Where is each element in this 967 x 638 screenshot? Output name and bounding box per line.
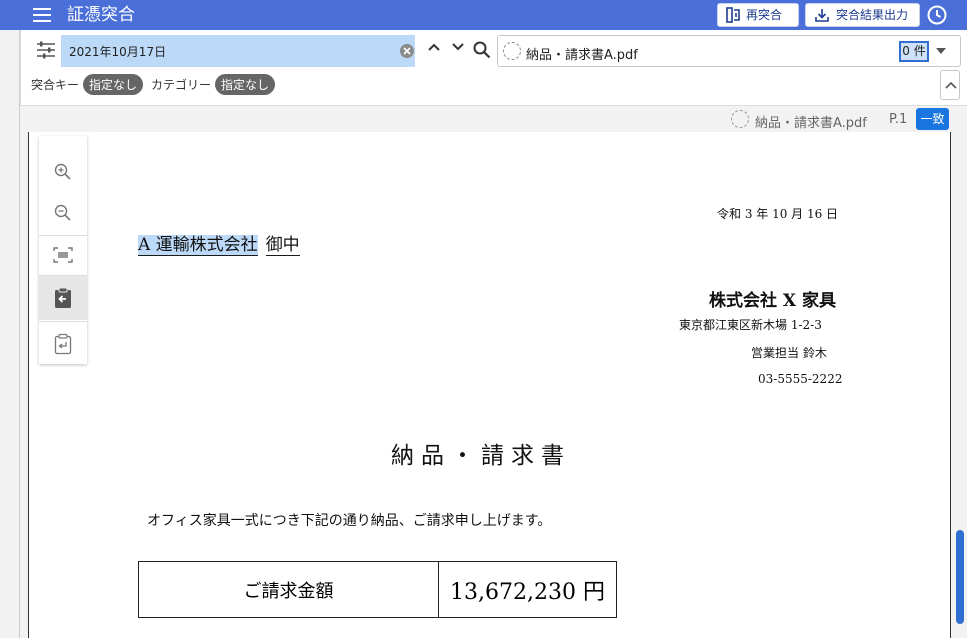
compare-icon xyxy=(726,7,740,23)
next-document-button[interactable] xyxy=(39,322,87,366)
recheck-label: 再突合 xyxy=(746,8,783,22)
chevron-down-icon[interactable] xyxy=(451,42,465,52)
match-key-chip[interactable]: 指定なし xyxy=(83,73,144,95)
zoom-out-icon xyxy=(54,204,71,221)
export-results-button[interactable]: 突合結果出力 xyxy=(805,3,920,27)
loading-spinner-icon xyxy=(731,110,749,128)
document-status-bar: 納品・請求書A.pdf P.1 一致 xyxy=(20,105,967,132)
left-gutter xyxy=(0,30,20,638)
chevron-up-icon[interactable] xyxy=(427,42,441,52)
clipboard-return-icon xyxy=(54,333,72,355)
search-icon[interactable] xyxy=(472,40,492,60)
match-status-badge: 一致 xyxy=(916,108,949,130)
collapse-button[interactable] xyxy=(940,70,960,100)
previous-document-button[interactable] xyxy=(39,276,87,320)
category-label: カテゴリー xyxy=(151,77,212,92)
amount-table: ご請求金額 13,672,230 円 xyxy=(138,561,617,618)
category-chip[interactable]: 指定なし xyxy=(215,73,276,95)
clear-icon[interactable] xyxy=(399,43,415,59)
status-file-name: 納品・請求書A.pdf xyxy=(755,116,867,131)
search-panel: 2021年10月17日 納品・請求書A.pdf 0 件 突合キー 指定なし カテ… xyxy=(20,30,967,105)
selected-file-name: 納品・請求書A.pdf xyxy=(526,48,638,63)
issuer-contact: 営業担当 鈴木 xyxy=(751,346,827,360)
addressee: A 運輸株式会社 御中 xyxy=(138,230,300,256)
zoom-in-icon xyxy=(54,163,71,180)
file-selector[interactable]: 納品・請求書A.pdf 0 件 xyxy=(497,35,961,67)
filter-settings-icon[interactable] xyxy=(35,40,57,60)
document-intro: オフィス家具一式につき下記の通り納品、ご請求申し上げます。 xyxy=(147,513,552,529)
viewer-toolbar xyxy=(39,136,87,364)
amount-label: ご請求金額 xyxy=(139,562,439,617)
search-input[interactable]: 2021年10月17日 xyxy=(61,35,415,67)
app-title: 証憑突合 xyxy=(67,5,135,25)
document-viewer[interactable]: 令和 3 年 10 月 16 日 A 運輸株式会社 御中 株式会社 X 家具 東京… xyxy=(28,132,951,638)
recheck-button[interactable]: 再突合 xyxy=(717,3,799,27)
dropdown-caret-icon[interactable] xyxy=(936,48,946,54)
history-clock-icon[interactable] xyxy=(926,4,948,26)
zoom-out-button[interactable] xyxy=(39,191,87,235)
filter-row: 突合キー 指定なし カテゴリー 指定なし xyxy=(31,72,283,96)
app-window: 証憑突合 再突合 突合結果出力 2021年10月17日 納品・請求書A.pdf … xyxy=(0,0,967,638)
addressee-highlight: A 運輸株式会社 xyxy=(138,235,258,256)
app-header: 証憑突合 再突合 突合結果出力 xyxy=(0,0,967,30)
fit-screen-icon xyxy=(53,247,73,263)
match-key-label: 突合キー xyxy=(31,77,80,92)
issuer-company: 株式会社 X 家具 xyxy=(709,291,837,311)
issuer-phone: 03-5555-2222 xyxy=(758,372,843,386)
match-count: 0 件 xyxy=(899,41,929,62)
vertical-scrollbar[interactable] xyxy=(953,132,967,638)
scrollbar-thumb[interactable] xyxy=(956,530,964,624)
download-icon xyxy=(815,9,829,22)
page-number: P.1 xyxy=(889,112,908,127)
addressee-suffix: 御中 xyxy=(265,235,300,256)
amount-value: 13,672,230 円 xyxy=(450,579,605,605)
search-query: 2021年10月17日 xyxy=(69,45,167,59)
chevron-up-icon xyxy=(945,81,957,89)
clipboard-back-icon xyxy=(55,287,71,308)
export-label: 突合結果出力 xyxy=(836,8,909,22)
document-date: 令和 3 年 10 月 16 日 xyxy=(717,207,839,221)
menu-icon[interactable] xyxy=(33,8,51,22)
fit-page-button[interactable] xyxy=(39,233,87,277)
issuer-address: 東京都江東区新木場 1-2-3 xyxy=(679,318,822,332)
document-title: 納品・請求書 xyxy=(391,443,571,469)
loading-spinner-icon xyxy=(503,42,521,60)
zoom-in-button[interactable] xyxy=(39,150,87,194)
